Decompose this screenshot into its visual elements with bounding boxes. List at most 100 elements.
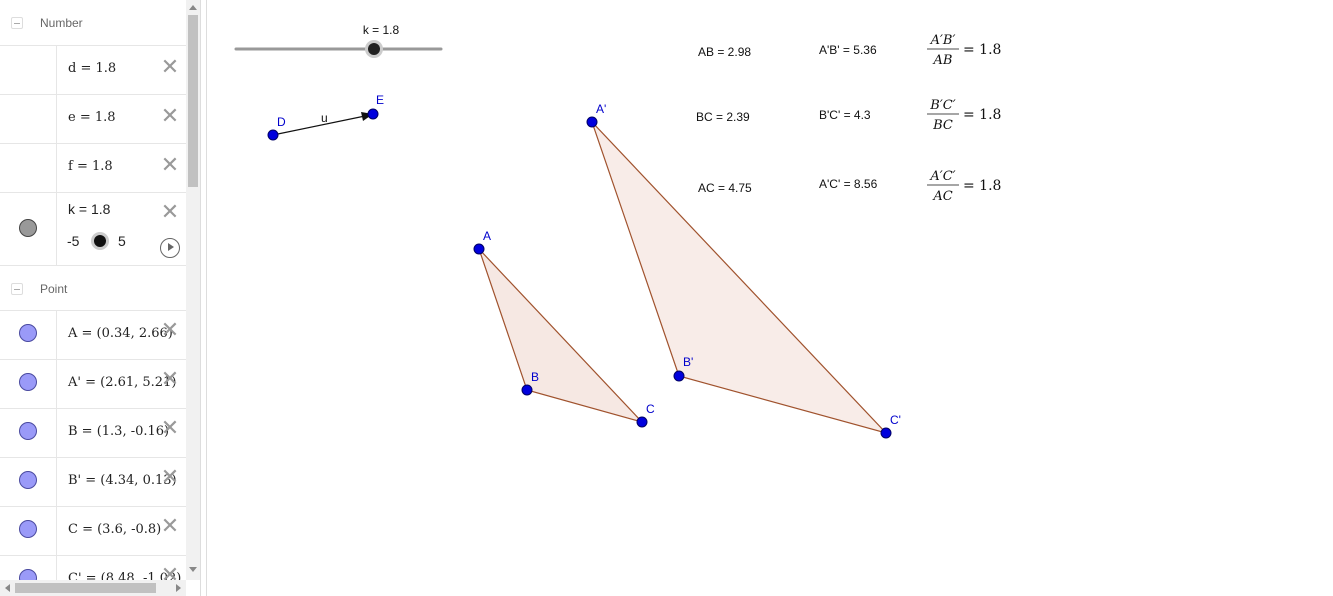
algebra-row-text[interactable]: e = 1.8 <box>68 110 116 125</box>
triangle-ABC[interactable] <box>478 248 644 424</box>
delete-icon[interactable]: ✕ <box>160 106 180 128</box>
scroll-left-icon[interactable] <box>5 584 10 592</box>
delete-icon[interactable]: ✕ <box>160 369 180 391</box>
point-B-prime[interactable] <box>673 370 685 382</box>
delete-icon[interactable]: ✕ <box>160 418 180 440</box>
slider-k[interactable]: k = 1.8 <box>234 23 443 58</box>
vector-line[interactable] <box>272 115 366 136</box>
visibility-marble[interactable] <box>19 324 37 342</box>
collapse-icon[interactable] <box>11 17 23 29</box>
triangle-A-prime-B-prime-C-prime[interactable] <box>591 121 888 435</box>
ratio-value: = 1.8 <box>963 42 1001 58</box>
point-label: E <box>376 93 384 107</box>
delete-icon[interactable]: ✕ <box>160 516 180 538</box>
algebra-row-text[interactable]: C = (3.6, -0.8) <box>68 522 161 537</box>
algebra-row-e[interactable]: e = 1.8 ✕ <box>0 94 186 143</box>
algebra-row-point-A-prime[interactable]: A' = (2.61, 5.21) ✕ <box>0 359 186 408</box>
visibility-marble[interactable] <box>19 471 37 489</box>
point-C-prime[interactable] <box>880 427 892 439</box>
group-title: Number <box>40 16 83 30</box>
algebra-row-text[interactable]: B = (1.3, -0.16) <box>68 424 169 439</box>
length-AB[interactable]: AB = 2.98 <box>698 45 751 59</box>
algebra-row-point-A[interactable]: A = (0.34, 2.66) ✕ <box>0 310 186 359</box>
point-label: C' <box>890 413 901 427</box>
slider-label: k = 1.8 <box>363 23 400 37</box>
ratio-numerator: A′C′ <box>929 169 955 184</box>
point-label: D <box>277 115 286 129</box>
algebra-row-f[interactable]: f = 1.8 ✕ <box>0 143 186 192</box>
ratio-denominator: AC <box>932 189 952 204</box>
visibility-marble[interactable] <box>19 422 37 440</box>
point-D[interactable] <box>267 129 279 141</box>
scroll-up-icon[interactable] <box>189 5 197 10</box>
horizontal-scrollbar[interactable] <box>0 580 186 596</box>
marble-cell <box>0 46 57 94</box>
ratio-numerator: A′B′ <box>930 33 956 48</box>
marble-cell <box>0 193 57 265</box>
algebra-row-k[interactable]: k = 1.8 ✕ -5 5 <box>0 192 186 265</box>
visibility-marble[interactable] <box>19 219 37 237</box>
ratio-AC[interactable]: A′C′ AC = 1.8 <box>927 169 1001 204</box>
point-B[interactable] <box>521 384 533 396</box>
slider-max-label: 5 <box>118 233 126 249</box>
length-A-prime-B-prime[interactable]: A'B' = 5.36 <box>819 43 877 57</box>
point-label: A' <box>596 102 606 116</box>
visibility-marble[interactable] <box>19 373 37 391</box>
group-header-point[interactable]: Point <box>0 265 186 310</box>
slider-knob[interactable] <box>91 232 109 250</box>
length-BC[interactable]: BC = 2.39 <box>696 110 750 124</box>
delete-icon[interactable]: ✕ <box>160 565 180 581</box>
point-label: A <box>483 229 491 243</box>
ratio-value: = 1.8 <box>963 107 1001 123</box>
algebra-row-point-C-prime[interactable]: C' = (8.48, -1.02) ✕ <box>0 555 186 580</box>
algebra-row-point-C[interactable]: C = (3.6, -0.8) ✕ <box>0 506 186 555</box>
ratio-AB[interactable]: A′B′ AB = 1.8 <box>927 33 1001 68</box>
ratio-denominator: AB <box>933 53 953 68</box>
algebra-row-d[interactable]: d = 1.8 ✕ <box>0 45 186 94</box>
scroll-thumb[interactable] <box>15 583 156 593</box>
length-AC[interactable]: AC = 4.75 <box>698 181 752 195</box>
point-label: B <box>531 370 539 384</box>
algebra-row-text[interactable]: f = 1.8 <box>68 159 113 174</box>
ratio-value: = 1.8 <box>963 178 1001 194</box>
point-A-prime[interactable] <box>586 116 598 128</box>
algebra-row-text[interactable]: A = (0.34, 2.66) <box>68 326 173 341</box>
algebra-row-point-B[interactable]: B = (1.3, -0.16) ✕ <box>0 408 186 457</box>
length-A-prime-C-prime[interactable]: A'C' = 8.56 <box>819 177 878 191</box>
view-divider[interactable] <box>200 0 207 596</box>
visibility-marble[interactable] <box>19 569 37 580</box>
scroll-thumb[interactable] <box>188 15 198 187</box>
collapse-icon[interactable] <box>11 283 23 295</box>
algebra-view: Number d = 1.8 ✕ e = 1.8 ✕ f = 1.8 ✕ k =… <box>0 0 186 580</box>
delete-icon[interactable]: ✕ <box>160 57 180 79</box>
ratios: A′B′ AB = 1.8 B′C′ BC = 1.8 A′C′ AC = 1.… <box>927 33 1001 204</box>
scroll-down-icon[interactable] <box>189 567 197 572</box>
algebra-row-point-B-prime[interactable]: B' = (4.34, 0.13) ✕ <box>0 457 186 506</box>
scroll-right-icon[interactable] <box>176 584 181 592</box>
point-label: B' <box>683 355 693 369</box>
algebra-row-text[interactable]: k = 1.8 <box>68 201 110 217</box>
visibility-marble[interactable] <box>19 520 37 538</box>
marble-cell <box>0 95 57 143</box>
measurements: AB = 2.98 BC = 2.39 AC = 4.75 A'B' = 5.3… <box>696 43 878 195</box>
length-B-prime-C-prime[interactable]: B'C' = 4.3 <box>819 108 871 122</box>
group-header-number[interactable]: Number <box>0 0 186 45</box>
delete-icon[interactable]: ✕ <box>160 202 180 224</box>
marble-cell <box>0 144 57 192</box>
point-A[interactable] <box>473 243 485 255</box>
delete-icon[interactable]: ✕ <box>160 320 180 342</box>
vertical-scrollbar[interactable] <box>186 0 200 580</box>
slider-knob[interactable] <box>368 43 380 55</box>
ratio-BC[interactable]: B′C′ BC = 1.8 <box>927 98 1001 133</box>
point-label: C <box>646 402 655 416</box>
play-icon[interactable] <box>160 238 180 258</box>
point-C[interactable] <box>636 416 648 428</box>
group-title: Point <box>40 282 68 296</box>
delete-icon[interactable]: ✕ <box>160 467 180 489</box>
delete-icon[interactable]: ✕ <box>160 155 180 177</box>
point-E[interactable] <box>367 108 379 120</box>
graphics-view[interactable]: k = 1.8 u D E A B C A' B' C' AB = 2.98 B… <box>207 0 1333 596</box>
algebra-row-text[interactable]: d = 1.8 <box>68 61 116 76</box>
vector-u[interactable]: u D E <box>267 93 384 141</box>
ratio-denominator: BC <box>932 118 953 133</box>
